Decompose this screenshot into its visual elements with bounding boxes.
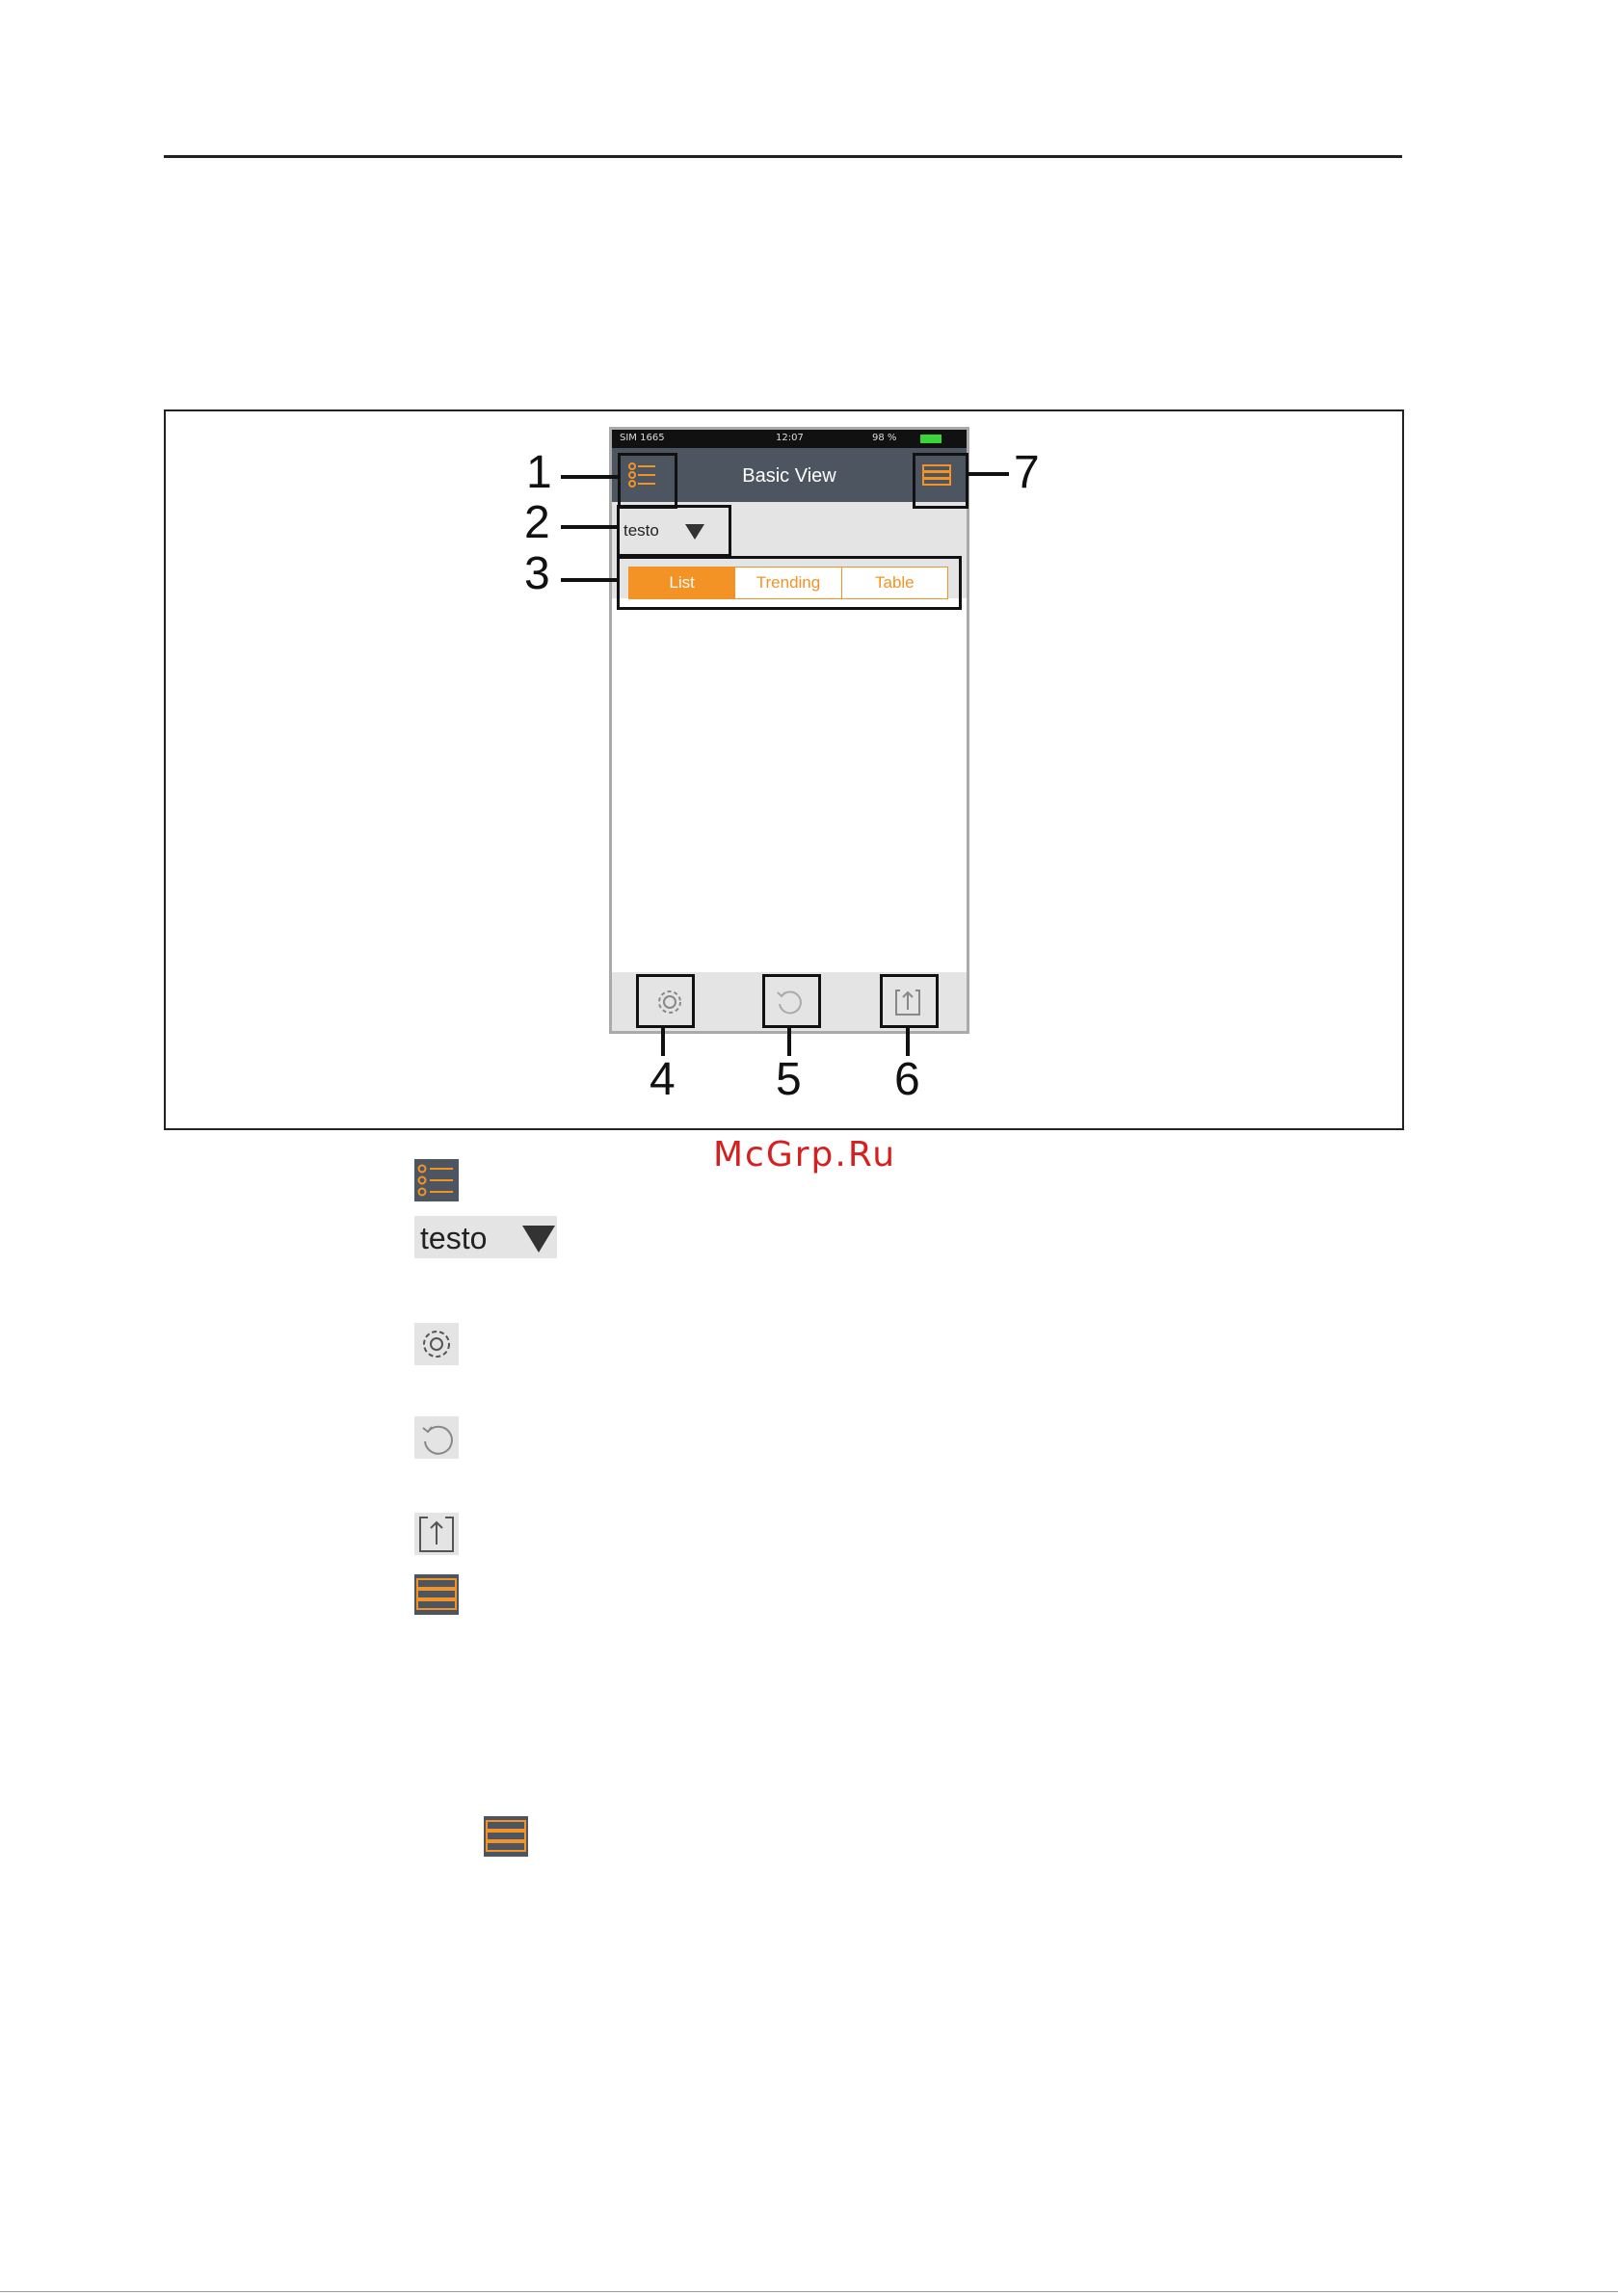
- callout-box-3: [617, 556, 962, 610]
- callout-box-4: [636, 974, 695, 1028]
- legend-list-menu-icon: [414, 1159, 459, 1201]
- legend-settings-gear-icon: [414, 1323, 459, 1365]
- status-battery-text: 98 %: [872, 433, 897, 443]
- battery-icon: [920, 435, 942, 443]
- leader-line-5: [787, 1025, 791, 1056]
- leader-line-3: [561, 578, 617, 582]
- leader-line-2: [561, 525, 617, 529]
- callout-box-1: [618, 453, 677, 509]
- leader-line-7: [966, 472, 1009, 476]
- legend-bars-menu-icon: [414, 1574, 459, 1615]
- leader-line-4: [661, 1025, 665, 1056]
- leader-line-6: [906, 1025, 910, 1056]
- callout-number-1: 1: [526, 447, 552, 498]
- callout-box-7: [913, 453, 968, 509]
- callout-number-2: 2: [524, 497, 550, 548]
- callout-number-3: 3: [524, 548, 550, 599]
- status-time: 12:07: [776, 433, 804, 443]
- status-bar: SIM 1665 12:07 98 %: [612, 430, 967, 448]
- footer-line: [0, 2291, 1618, 2292]
- callout-box-5: [762, 974, 821, 1028]
- callout-box-2: [617, 505, 731, 557]
- callout-number-5: 5: [776, 1054, 802, 1105]
- inline-bars-menu-icon: [484, 1816, 528, 1857]
- legend-filter-dropdown: testo: [414, 1216, 557, 1258]
- leader-line-1: [561, 475, 618, 479]
- status-carrier: SIM 1665: [620, 433, 665, 443]
- callout-number-7: 7: [1014, 447, 1040, 498]
- legend-dropdown-icon: [522, 1226, 555, 1253]
- legend-testo-label: testo: [420, 1221, 488, 1255]
- callout-number-6: 6: [894, 1054, 920, 1105]
- watermark: McGrp.Ru: [713, 1135, 897, 1174]
- callout-box-6: [880, 974, 939, 1028]
- top-rule: [164, 155, 1402, 158]
- legend-reset-icon: [414, 1416, 459, 1459]
- legend-export-icon: [414, 1513, 459, 1555]
- callout-number-4: 4: [650, 1054, 676, 1105]
